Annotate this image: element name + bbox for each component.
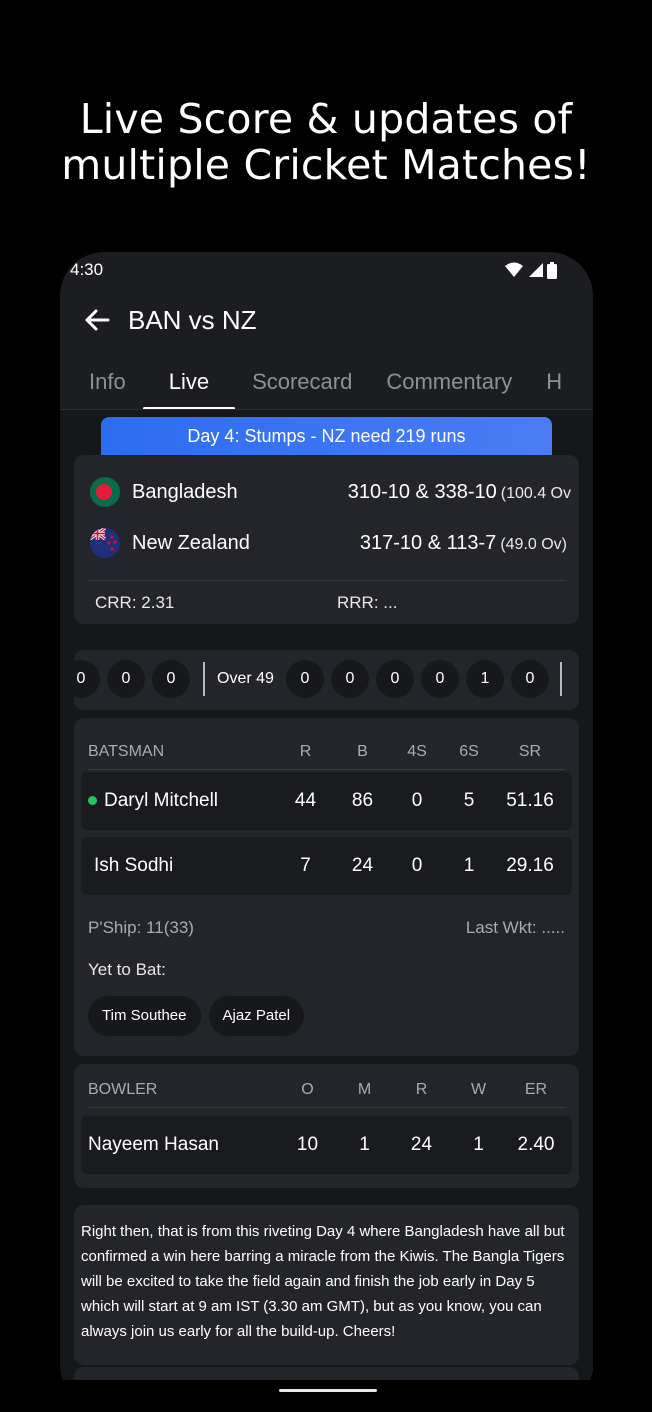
batsman-name: Ish Sodhi [94, 855, 174, 876]
team-row-new-zealand: New Zealand 317-10 & 113-7 (49.0 Ov) [90, 526, 567, 560]
team-score: 310-10 & 338-10 (100.4 Ov [348, 481, 571, 504]
header-economy: ER [524, 1080, 548, 1098]
tab-scorecard[interactable]: Scorecard [235, 356, 369, 409]
ball-chip: 0 [420, 660, 459, 698]
bowler-economy: 2.40 [517, 1134, 555, 1155]
header-wickets: W [470, 1080, 487, 1098]
over-label: Over 49 [217, 670, 274, 687]
header-batsman: BATSMAN [88, 742, 165, 760]
batsman-name-cell: Daryl Mitchell [88, 790, 277, 812]
header-runs: R [299, 742, 312, 760]
bowling-card: BOWLER O M R W ER Nayeem Hasan 10 1 24 1… [74, 1064, 579, 1188]
home-indicator[interactable] [279, 1389, 377, 1392]
yet-to-bat-list: Tim Southee Ajaz Patel [88, 996, 305, 1036]
arrow-left-icon [85, 309, 110, 331]
signal-icon [529, 263, 543, 277]
required-run-rate: RRR: ... [337, 593, 398, 612]
team-overs: (49.0 Ov) [500, 535, 567, 553]
match-status-banner: Day 4: Stumps - NZ need 219 runs [101, 417, 552, 455]
batsman-balls: 86 [351, 790, 374, 811]
match-tabs: Info Live Scorecard Commentary H [60, 356, 593, 410]
team-overs: (100.4 Ov [500, 484, 571, 502]
ball-list: 0 0 0 Over 49 0 0 0 0 1 0 [74, 660, 574, 698]
header-sixes: 6S [459, 742, 479, 760]
batting-header: BATSMAN R B 4S 6S SR [88, 734, 565, 770]
over-separator [203, 662, 205, 696]
batsman-fours: 0 [411, 790, 423, 811]
commentary-card: Right then, that is from this riveting D… [74, 1205, 579, 1365]
ball-chip: 0 [510, 660, 549, 698]
ball-chip: 0 [107, 660, 145, 698]
bowler-runs: 24 [410, 1134, 433, 1155]
team-name: Bangladesh [132, 480, 238, 503]
status-time: 4:30 [70, 260, 104, 279]
ball-chip: 0 [285, 660, 324, 698]
divider [88, 580, 565, 581]
partnership-text: P'Ship: 11(33) [88, 918, 194, 937]
ball-chip: 1 [465, 660, 504, 698]
batsman-row[interactable]: Daryl Mitchell 44 86 0 5 51.16 [81, 772, 572, 830]
batsman-strike-rate: 51.16 [506, 790, 554, 811]
ball-chip: 0 [375, 660, 414, 698]
header-strike-rate: SR [518, 742, 542, 760]
team-runs: 310-10 & 338-10 [347, 480, 497, 503]
wifi-icon [505, 262, 523, 277]
last-wicket-text: Last Wkt: ..... [465, 918, 565, 937]
player-chip[interactable]: Ajaz Patel [208, 996, 305, 1036]
header-bowler: BOWLER [88, 1080, 158, 1098]
team-name: New Zealand [132, 531, 250, 554]
header-maidens: M [357, 1080, 372, 1098]
current-run-rate: CRR: 2.31 [95, 593, 175, 612]
header-fours: 4S [407, 742, 427, 760]
bowler-maidens: 1 [359, 1134, 370, 1155]
bowler-overs: 10 [296, 1134, 319, 1155]
ball-chip: 0 [152, 660, 190, 698]
tab-overflow[interactable]: H [529, 356, 579, 409]
live-content: Day 4: Stumps - NZ need 219 runs Banglad… [60, 410, 593, 1402]
over-separator [559, 662, 562, 696]
ball-chip: 0 [330, 660, 369, 698]
header-runs: R [415, 1080, 428, 1098]
header-balls: B [357, 742, 368, 760]
app-bar: BAN vs NZ [60, 296, 593, 344]
back-button[interactable] [82, 305, 112, 335]
status-bar: 4:30 [60, 252, 593, 288]
score-card: Bangladesh 310-10 & 338-10 (100.4 Ov New… [74, 455, 579, 624]
bangladesh-flag-icon [90, 477, 120, 507]
ball-chip: 0 [74, 660, 100, 698]
team-runs: 317-10 & 113-7 [359, 531, 497, 554]
promo-headline: Live Score & updates of multiple Cricket… [0, 96, 652, 188]
headline-line-1: Live Score & updates of [79, 95, 573, 143]
batsman-strike-rate: 29.16 [506, 855, 554, 876]
gesture-nav-bar [60, 1380, 593, 1402]
batsman-balls: 24 [351, 855, 374, 876]
bowler-row[interactable]: Nayeem Hasan 10 1 24 1 2.40 [81, 1116, 572, 1174]
batsman-fours: 0 [411, 855, 423, 876]
header-overs: O [301, 1080, 314, 1098]
player-chip[interactable]: Tim Southee [88, 996, 201, 1036]
yet-to-bat-label: Yet to Bat: [88, 960, 166, 979]
tab-live[interactable]: Live [142, 356, 236, 409]
batsman-row[interactable]: Ish Sodhi 7 24 0 1 29.16 [81, 837, 572, 895]
tab-commentary[interactable]: Commentary [369, 356, 529, 409]
batsman-sixes: 1 [463, 855, 475, 876]
over-timeline[interactable]: 0 0 0 Over 49 0 0 0 0 1 0 [74, 650, 579, 710]
team-row-bangladesh: Bangladesh 310-10 & 338-10 (100.4 Ov [90, 475, 571, 509]
team-score: 317-10 & 113-7 (49.0 Ov) [360, 532, 567, 555]
batting-card: BATSMAN R B 4S 6S SR Daryl Mitchell 44 8… [74, 718, 579, 1056]
batsman-runs: 7 [300, 855, 311, 876]
batsman-sixes: 5 [463, 790, 475, 811]
tab-info[interactable]: Info [60, 356, 143, 409]
phone-frame: 4:30 BAN vs NZ Info Live Scorecard Comme… [60, 252, 593, 1402]
bowler-name: Nayeem Hasan [88, 1134, 219, 1155]
bowler-wickets: 1 [473, 1134, 484, 1155]
bowling-header: BOWLER O M R W ER [88, 1072, 565, 1108]
new-zealand-flag-icon [90, 528, 120, 558]
batsman-runs: 44 [294, 790, 317, 811]
battery-icon [547, 261, 557, 279]
on-strike-indicator [88, 796, 97, 806]
batsman-name: Daryl Mitchell [104, 790, 219, 811]
headline-line-2: multiple Cricket Matches! [61, 141, 591, 189]
match-title: BAN vs NZ [128, 304, 257, 335]
